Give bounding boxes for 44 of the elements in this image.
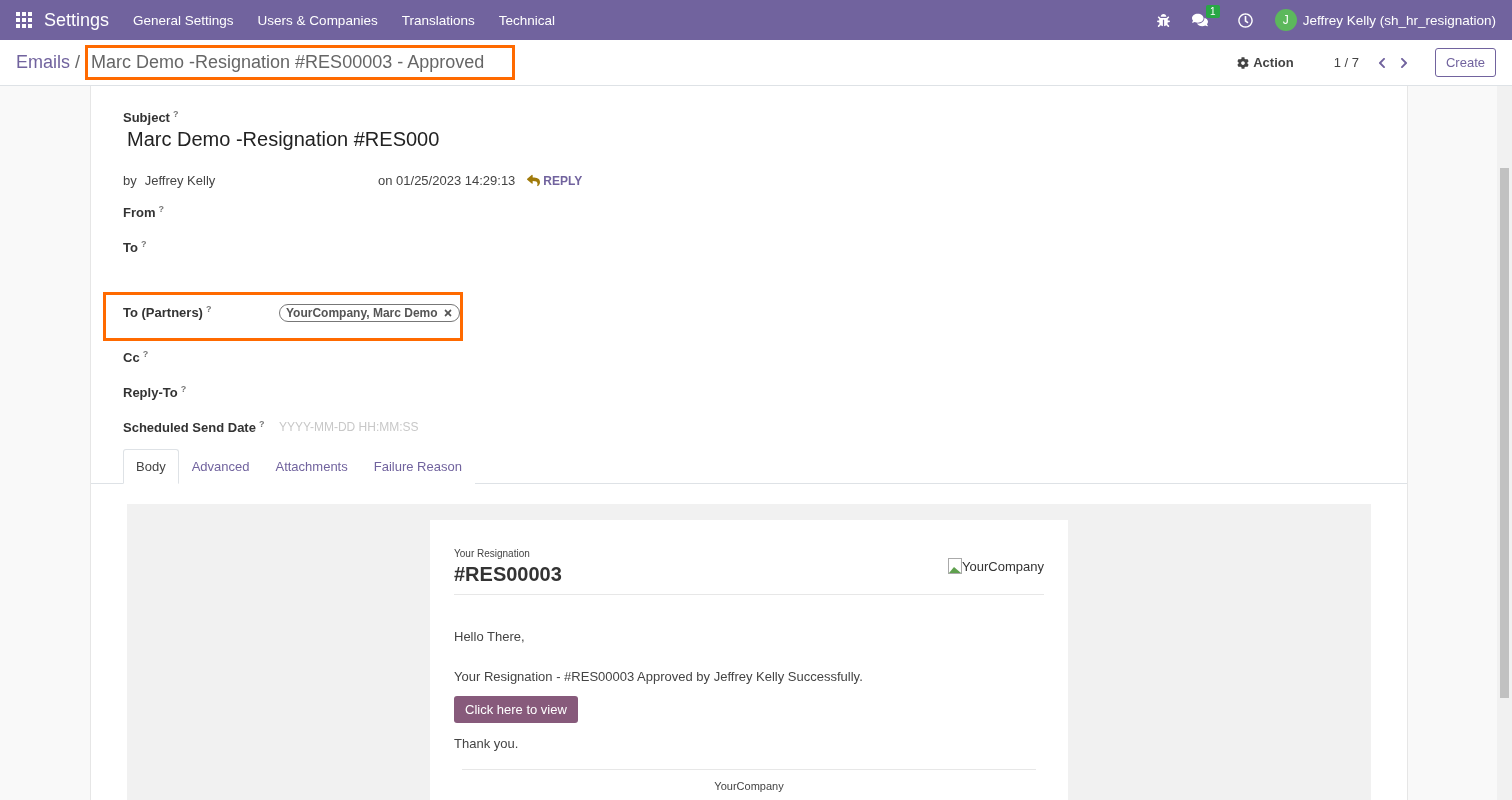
pager-value[interactable]: 1 / 7 (1333, 55, 1359, 70)
message-text: Your Resignation - #RES00003 Approved by Jeffrey Kelly Successfully. (454, 669, 864, 684)
field-label: From $^{?}$ (123, 205, 164, 220)
email-reference: #RES00003 (454, 563, 562, 586)
broken-image-icon (948, 558, 963, 574)
scrollbar[interactable] (1497, 86, 1512, 800)
message-count: 1 (1206, 5, 1220, 18)
menu-item[interactable]: Translations (401, 12, 475, 28)
remove-icon[interactable] (442, 308, 453, 318)
breadcrumb-link[interactable]: Emails (16, 52, 70, 73)
user-menu[interactable]: J Jeffrey Kelly (sh_hr_resignation) (1274, 9, 1496, 31)
field-label: Subject $^{?}$ (123, 110, 179, 125)
field-label: Reply-To $^{?}$ (123, 385, 187, 400)
apps-menu-icon[interactable] (16, 12, 32, 28)
field-label: To (Partners) $^{?}$ (123, 305, 212, 320)
author-name: Jeffrey Kelly (144, 173, 216, 188)
reply-link[interactable]: REPLY (527, 173, 583, 188)
menu-item[interactable]: Technical (498, 12, 555, 28)
email-kicker: Your Resignation (454, 548, 531, 559)
create-button[interactable]: Create (1434, 48, 1496, 77)
field-label: To $^{?}$ (123, 240, 147, 255)
by-label: by (123, 173, 137, 188)
field-label: Scheduled Send Date $^{?}$ (123, 420, 265, 435)
app-title[interactable]: Settings (44, 9, 110, 31)
greeting-text: Hello There, (454, 629, 526, 644)
action-button[interactable]: Action (1231, 54, 1300, 71)
clock-icon[interactable] (1237, 12, 1253, 28)
menu-item[interactable]: Users & Companies (257, 12, 378, 28)
footer-company: YourCompany (714, 780, 784, 792)
field-label: Cc $^{?}$ (123, 350, 149, 365)
closing-text: Thank you. (454, 736, 520, 751)
subject-value: Marc Demo -Resignation #RES000 (127, 128, 441, 151)
breadcrumb-current: Marc Demo -Resignation #RES00003 - Approved (85, 45, 516, 80)
form-tab[interactable]: Body (123, 449, 179, 484)
chat-icon[interactable] (1191, 12, 1208, 28)
breadcrumb-separator: / (75, 52, 81, 73)
menu-item[interactable]: General Settings (133, 12, 234, 28)
sent-date: on 01/25/2023 14:29:13 (378, 173, 516, 188)
reply-icon (527, 174, 541, 187)
bug-icon[interactable] (1156, 13, 1170, 27)
view-button[interactable]: Click here to view (454, 696, 578, 723)
user-avatar: J (1274, 9, 1297, 31)
gear-icon (1237, 56, 1250, 69)
logo-alt-text: YourCompany (962, 558, 1044, 574)
